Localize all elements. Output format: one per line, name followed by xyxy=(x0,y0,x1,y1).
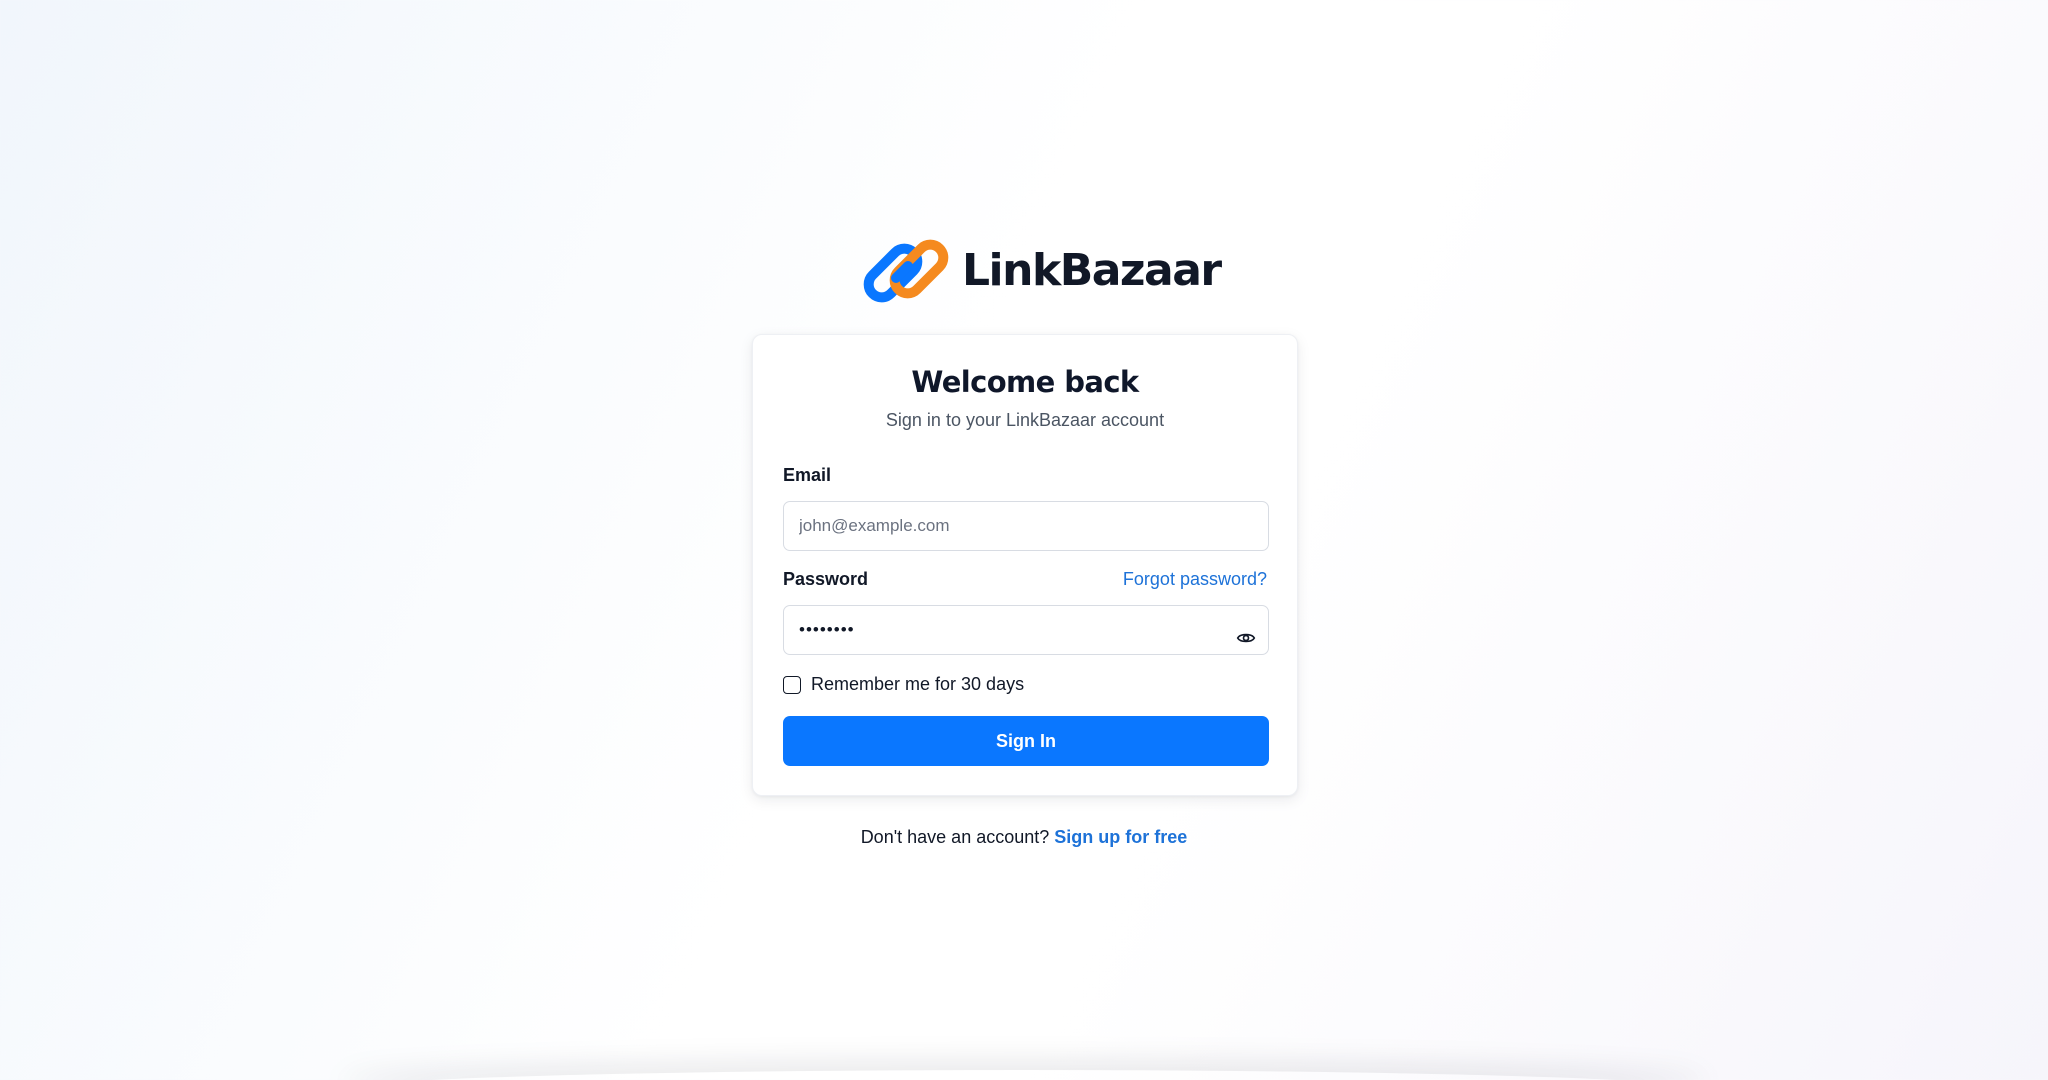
email-field[interactable] xyxy=(783,501,1269,551)
page-title: Welcome back xyxy=(911,365,1139,399)
password-field[interactable] xyxy=(783,605,1269,655)
email-label: Email xyxy=(783,465,832,485)
chain-link-logo-icon xyxy=(863,239,949,303)
page-subtitle: Sign in to your LinkBazaar account xyxy=(885,410,1165,430)
remember-me-checkbox[interactable] xyxy=(783,675,801,694)
brand-logo: LinkBazaar xyxy=(860,236,1222,306)
forgot-password-link[interactable]: Forgot password? xyxy=(1123,569,1267,590)
signup-prompt-text: Don't have an account? xyxy=(860,827,1050,847)
signup-prompt: Don't have an account? Sign up for free xyxy=(0,827,2048,848)
toggle-password-visibility-button[interactable] xyxy=(1231,623,1261,653)
remember-me-label: Remember me for 30 days xyxy=(811,674,1025,694)
login-card: Welcome back Sign in to your LinkBazaar … xyxy=(752,334,1298,796)
eye-icon xyxy=(1236,633,1256,643)
window-bottom-shadow xyxy=(340,1070,1708,1080)
password-label: Password xyxy=(783,569,869,589)
sign-up-link[interactable]: Sign up for free xyxy=(1054,827,1187,847)
remember-me-option[interactable]: Remember me for 30 days xyxy=(783,674,1024,695)
brand-name: LinkBazaar xyxy=(962,245,1222,296)
sign-in-button[interactable]: Sign In xyxy=(783,716,1269,766)
